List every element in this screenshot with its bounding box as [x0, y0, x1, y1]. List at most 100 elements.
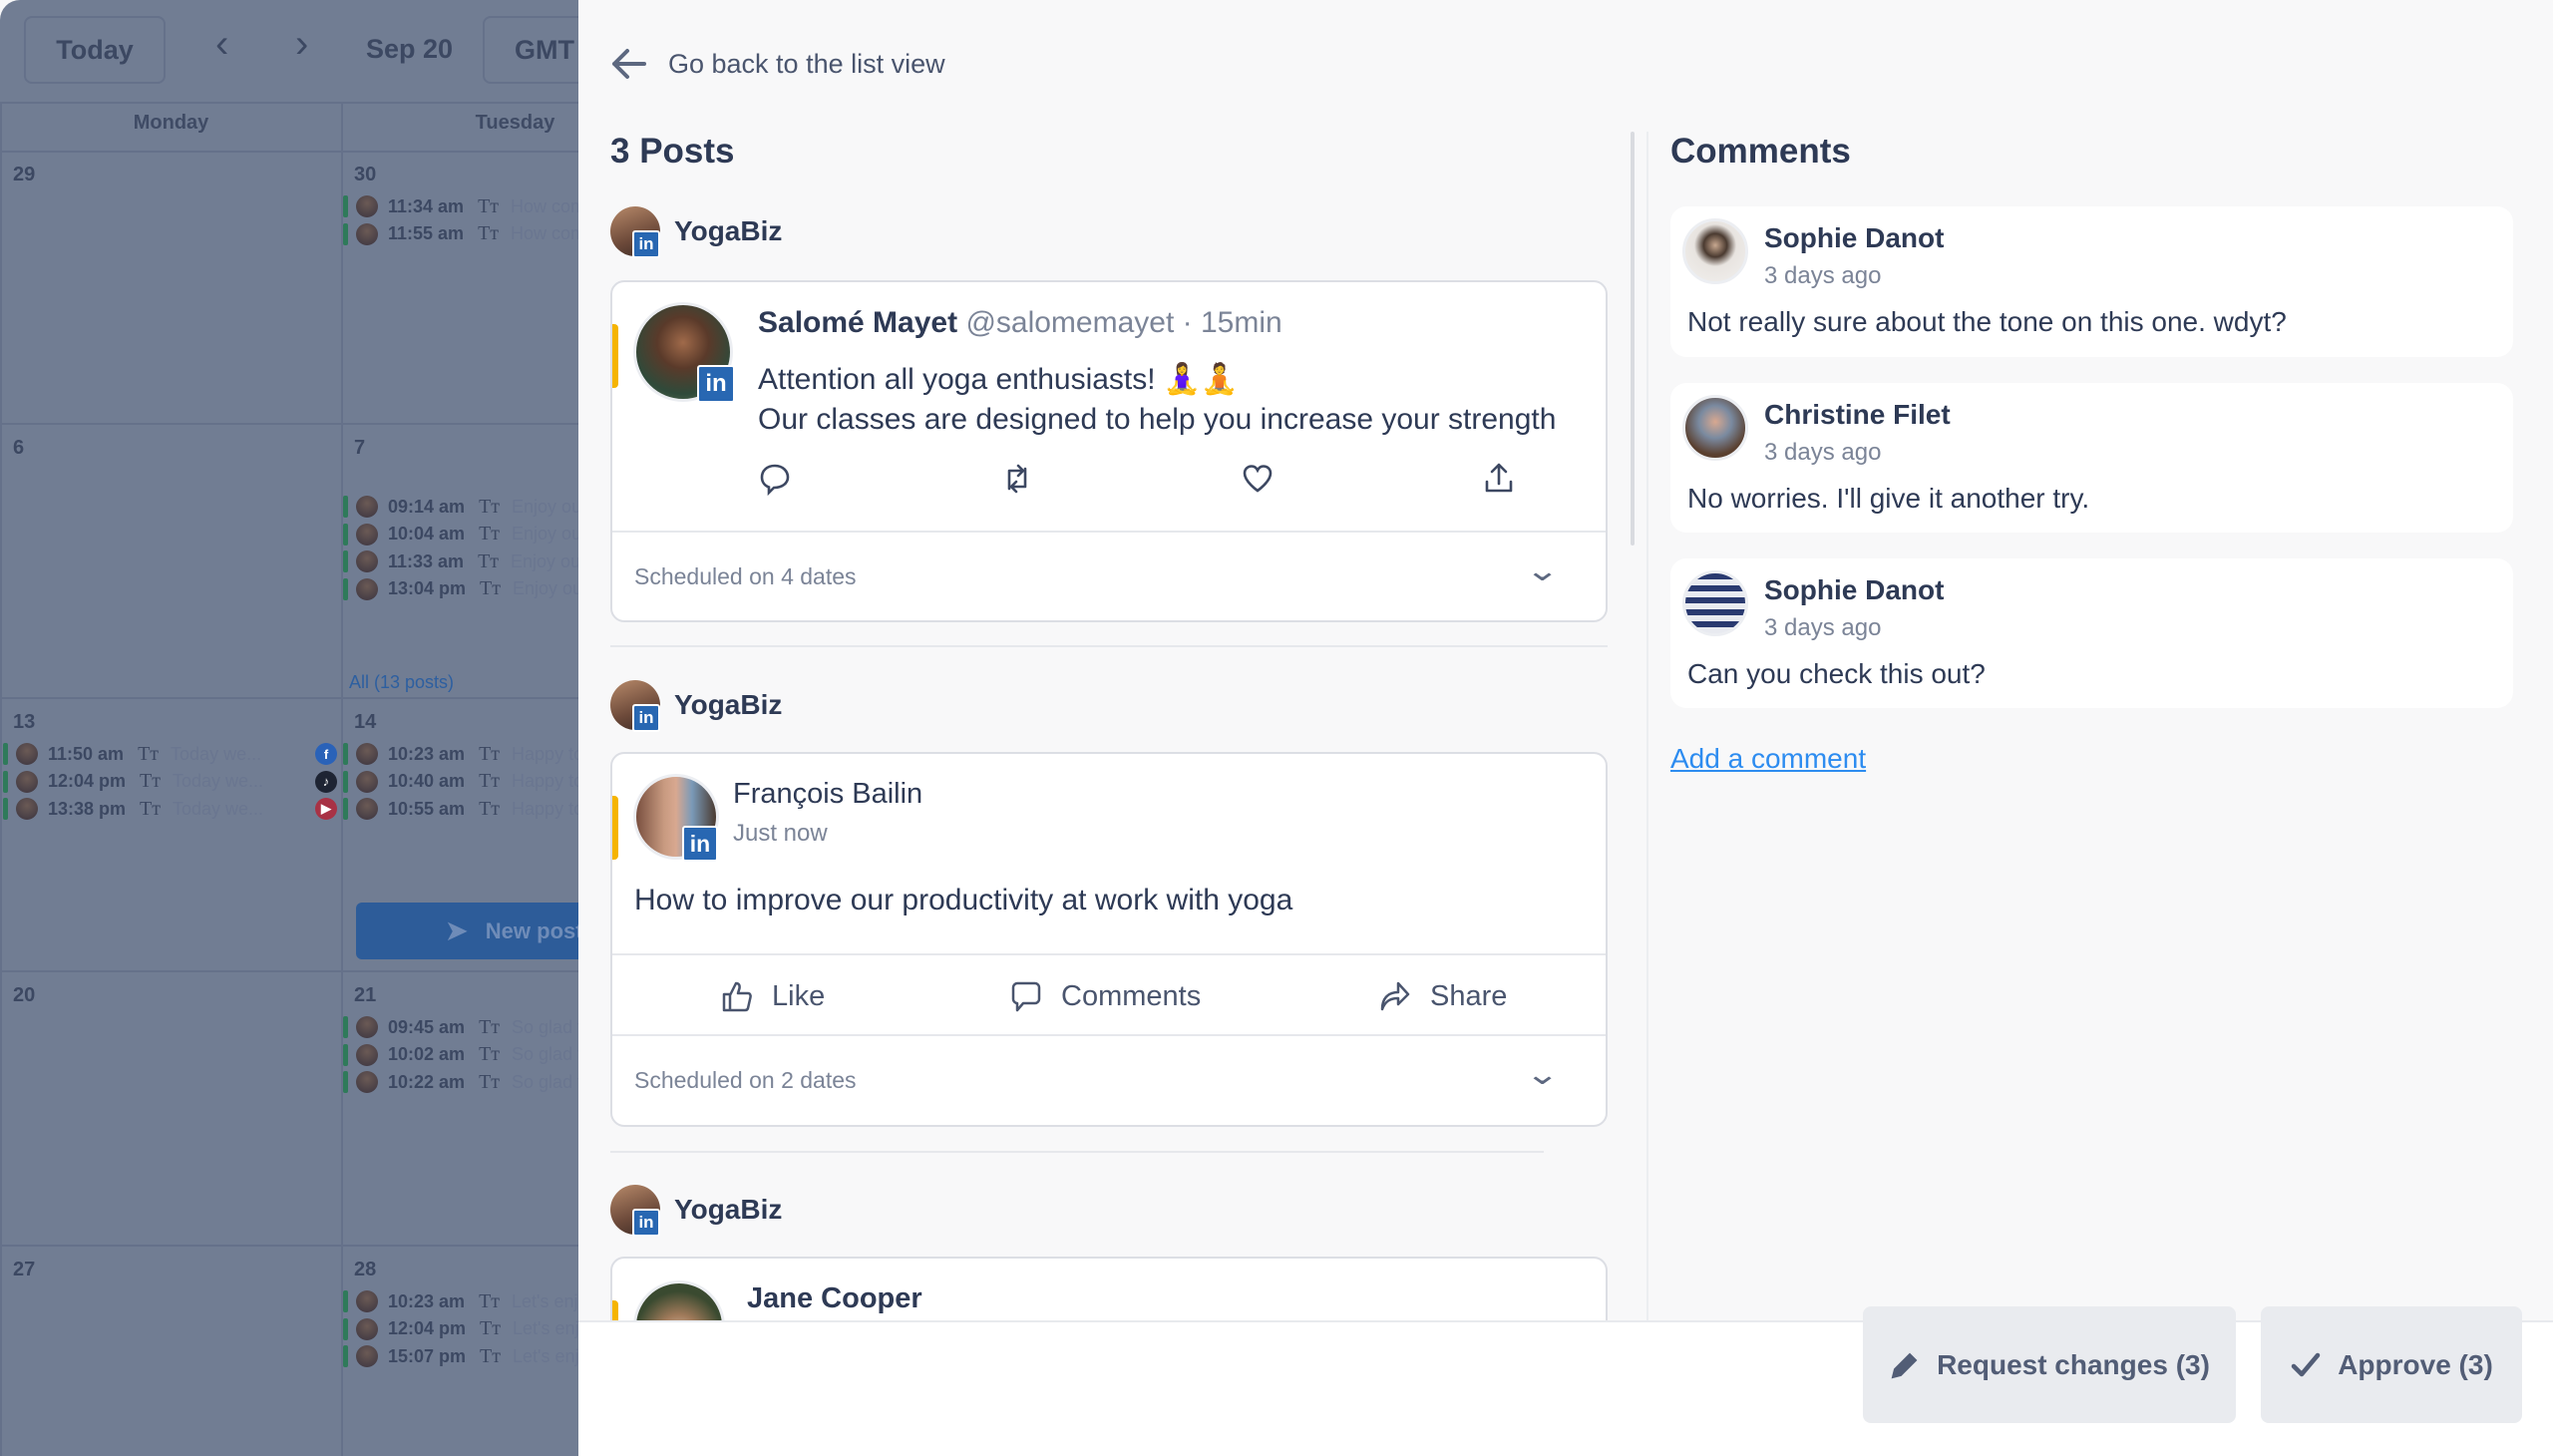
- day-number: 6: [13, 437, 25, 459]
- text-type-icon: Tт: [140, 770, 162, 792]
- account-avatar: [356, 1345, 378, 1367]
- share-upload-icon[interactable]: [1482, 462, 1516, 496]
- post-account: in YogaBiz: [610, 679, 782, 732]
- status-bar: [343, 743, 348, 765]
- timezone-select[interactable]: GMT: [483, 16, 578, 84]
- calendar-event[interactable]: 13:38 pm Tт Today we...: [3, 794, 263, 824]
- calendar-event[interactable]: 12:04 pm Tт Let's enj: [343, 1314, 578, 1344]
- current-date: Sep 20: [366, 34, 454, 64]
- chevron-down-icon[interactable]: ⌄: [1525, 553, 1560, 588]
- status-bar: [343, 496, 348, 518]
- commenter-avatar: [1682, 395, 1748, 461]
- calendar-event[interactable]: 13:04 pm Tт Enjoy our: [343, 574, 578, 604]
- calendar-event[interactable]: 15:07 pm Tт Let's enj: [343, 1341, 578, 1371]
- day-number: 27: [13, 1259, 36, 1280]
- calendar-event[interactable]: 09:45 am Tт So glad t: [343, 1012, 578, 1042]
- author-name: François Bailin: [733, 778, 923, 810]
- retweet-icon[interactable]: [1000, 462, 1034, 496]
- today-button[interactable]: Today: [24, 16, 166, 84]
- new-post-label: New post: [485, 917, 578, 943]
- comment-card: Sophie Danot 3 days ago Not really sure …: [1670, 206, 2513, 357]
- event-time: 11:34 am: [388, 195, 465, 216]
- add-comment-link[interactable]: Add a comment: [1670, 743, 1866, 775]
- post-text: How to improve our productivity at work …: [634, 884, 1293, 916]
- account-avatar: [16, 798, 38, 820]
- text-type-icon: Tт: [480, 577, 502, 599]
- calendar-event[interactable]: 11:33 am Tт Enjoy our: [343, 546, 578, 576]
- calendar-event[interactable]: 10:40 am Tт Happy to: [343, 767, 578, 797]
- account-avatar: [16, 770, 38, 793]
- linkedin-icon: in: [632, 230, 660, 258]
- approve-button[interactable]: Approve (3): [2261, 1306, 2522, 1423]
- status-bar: [343, 523, 348, 546]
- like-button[interactable]: Like: [720, 979, 825, 1013]
- post-card[interactable]: in Salomé Mayet @salomemayet · 15min Att…: [610, 280, 1608, 622]
- account-avatar: [356, 798, 378, 820]
- calendar-event[interactable]: 10:23 am Tт Happy to: [343, 739, 578, 769]
- text-type-icon: Tт: [480, 1317, 502, 1339]
- posts-scrollbar[interactable]: [1631, 132, 1635, 546]
- event-snippet: Let's enj: [513, 1318, 578, 1338]
- reply-icon[interactable]: [758, 462, 792, 496]
- account-avatar: [356, 222, 378, 245]
- account-avatar: [356, 1071, 378, 1093]
- post-text: Attention all yoga enthusiasts! 🧘‍♀️🧘 Ou…: [758, 363, 1557, 436]
- chevron-right-icon[interactable]: ›: [295, 22, 308, 67]
- calendar-event[interactable]: 09:14 am Tт Enjoy our: [343, 492, 578, 522]
- calendar-event[interactable]: 10:04 am Tт Enjoy our: [343, 520, 578, 549]
- account-avatar: [356, 195, 378, 217]
- weekday-monday: Monday: [133, 112, 209, 134]
- share-button[interactable]: Share: [1378, 979, 1507, 1013]
- account-avatar: [356, 550, 378, 572]
- chevron-down-icon[interactable]: ⌄: [1525, 1057, 1560, 1092]
- event-time: 10:22 am: [388, 1071, 466, 1092]
- comment-card: Christine Filet 3 days ago No worries. I…: [1670, 383, 2513, 533]
- calendar-event[interactable]: 11:50 am Tт Today we...: [3, 739, 261, 769]
- calendar-event[interactable]: 11:55 am Tт How com: [343, 219, 578, 249]
- request-changes-button[interactable]: Request changes (3): [1863, 1306, 2236, 1423]
- comment-icon: [1011, 981, 1041, 1012]
- event-snippet: Enjoy our: [511, 550, 578, 571]
- calendar-event[interactable]: 10:23 am Tт Let's enj: [343, 1286, 578, 1316]
- scheduled-dates-toggle[interactable]: Scheduled on 2 dates: [634, 1067, 857, 1094]
- calendar-event[interactable]: 10:02 am Tт So glad t: [343, 1040, 578, 1070]
- status-bar: [343, 577, 348, 600]
- event-snippet: So glad t: [512, 1071, 578, 1092]
- scheduled-dates-toggle[interactable]: Scheduled on 4 dates: [634, 563, 857, 590]
- day-number: 28: [354, 1259, 377, 1280]
- status-bar: [343, 798, 348, 820]
- text-type-icon: Tт: [478, 194, 500, 217]
- text-type-icon: Tт: [479, 1289, 501, 1312]
- text-type-icon: Tт: [479, 1043, 501, 1065]
- calendar-event[interactable]: 10:55 am Tт Happy to: [343, 794, 578, 824]
- comments-button[interactable]: Comments: [1009, 979, 1201, 1013]
- back-to-list-link[interactable]: Go back to the list view: [610, 48, 945, 80]
- calendar-event[interactable]: 10:22 am Tт So glad t: [343, 1067, 578, 1097]
- text-type-icon: Tт: [140, 797, 162, 820]
- event-time: 13:38 pm: [48, 798, 127, 819]
- author-name: Jane Cooper: [747, 1282, 922, 1314]
- account-avatar: [16, 743, 38, 765]
- commenter-avatar: [1682, 218, 1748, 284]
- event-time: 09:14 am: [388, 496, 466, 517]
- event-time: 15:07 pm: [388, 1345, 467, 1366]
- author-handle: @salomemayet · 15min: [965, 306, 1282, 339]
- comment-text: Not really sure about the tone on this o…: [1687, 306, 2287, 337]
- account-avatar: [356, 743, 378, 765]
- weekday-tuesday: Tuesday: [475, 112, 555, 134]
- post-card[interactable]: in François Bailin Just now How to impro…: [610, 752, 1608, 1127]
- chevron-left-icon[interactable]: ‹: [215, 22, 228, 67]
- account-avatar: [356, 577, 378, 600]
- status-bar: [3, 770, 8, 793]
- new-post-button[interactable]: ➤ New post: [356, 903, 578, 959]
- all-posts-link[interactable]: All (13 posts): [349, 672, 454, 693]
- linkedin-icon: in: [632, 1209, 660, 1237]
- text-type-icon: Tт: [479, 495, 501, 518]
- calendar-event[interactable]: 11:34 am Tт How com: [343, 191, 578, 221]
- calendar-event[interactable]: 12:04 pm Tт Today we...: [3, 767, 263, 797]
- post-account: in YogaBiz: [610, 205, 782, 258]
- status-bar: [343, 550, 348, 572]
- week-divider: [0, 970, 578, 972]
- event-time: 11:55 am: [388, 223, 465, 243]
- heart-icon[interactable]: [1241, 462, 1275, 496]
